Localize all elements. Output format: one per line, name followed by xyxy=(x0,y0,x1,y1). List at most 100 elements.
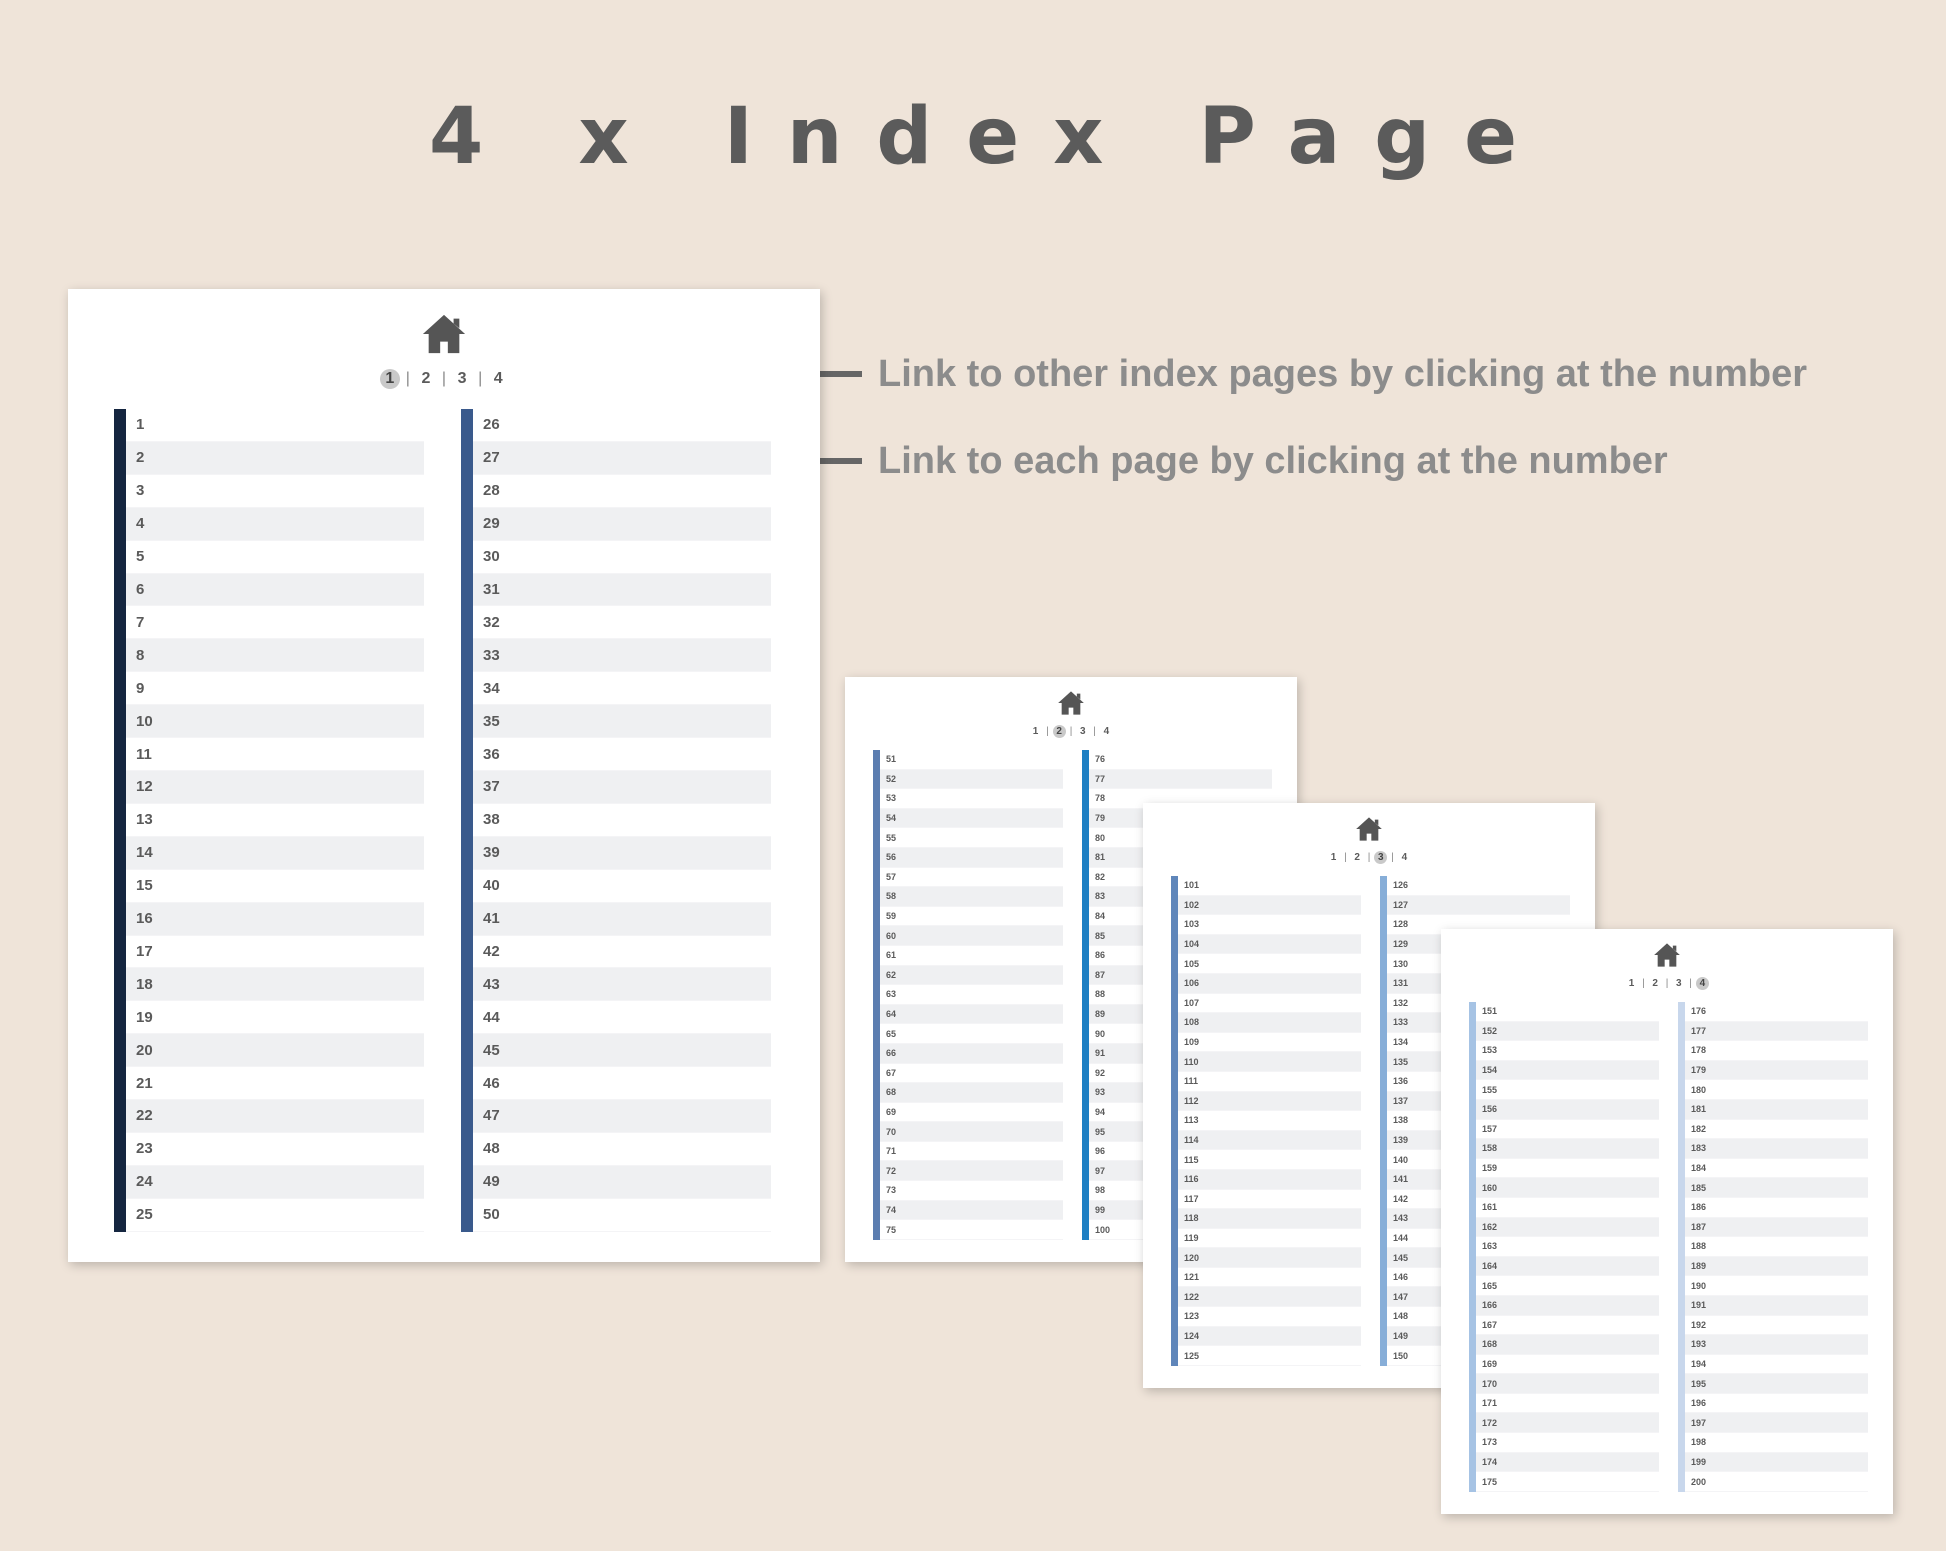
index-entry-124[interactable]: 124 xyxy=(1178,1326,1361,1347)
index-entry-193[interactable]: 193 xyxy=(1685,1335,1868,1355)
index-entry-64[interactable]: 64 xyxy=(880,1004,1063,1025)
index-entry-42[interactable]: 42 xyxy=(473,936,771,969)
index-entry-25[interactable]: 25 xyxy=(126,1199,424,1232)
home-icon[interactable] xyxy=(1653,941,1681,969)
index-entry-194[interactable]: 194 xyxy=(1685,1355,1868,1375)
index-entry-109[interactable]: 109 xyxy=(1178,1033,1361,1053)
index-entry-75[interactable]: 75 xyxy=(880,1220,1063,1240)
index-entry-49[interactable]: 49 xyxy=(473,1165,771,1199)
index-entry-181[interactable]: 181 xyxy=(1685,1099,1868,1120)
home-icon[interactable] xyxy=(1355,815,1383,843)
nav-link-2[interactable]: 2 xyxy=(1052,725,1066,738)
index-entry-61[interactable]: 61 xyxy=(880,946,1063,966)
index-entry-127[interactable]: 127 xyxy=(1387,895,1570,916)
index-entry-69[interactable]: 69 xyxy=(880,1103,1063,1123)
index-entry-177[interactable]: 177 xyxy=(1685,1021,1868,1042)
index-entry-112[interactable]: 112 xyxy=(1178,1091,1361,1112)
index-entry-120[interactable]: 120 xyxy=(1178,1248,1361,1268)
index-entry-56[interactable]: 56 xyxy=(880,847,1063,868)
index-entry-34[interactable]: 34 xyxy=(473,672,771,706)
index-entry-72[interactable]: 72 xyxy=(880,1161,1063,1182)
index-entry-152[interactable]: 152 xyxy=(1476,1021,1659,1042)
index-entry-195[interactable]: 195 xyxy=(1685,1374,1868,1394)
index-entry-36[interactable]: 36 xyxy=(473,738,771,771)
index-entry-180[interactable]: 180 xyxy=(1685,1080,1868,1100)
nav-link-4[interactable]: 4 xyxy=(488,369,508,389)
index-entry-189[interactable]: 189 xyxy=(1685,1256,1868,1277)
nav-link-3[interactable]: 3 xyxy=(1374,851,1388,864)
index-entry-59[interactable]: 59 xyxy=(880,907,1063,927)
index-entry-50[interactable]: 50 xyxy=(473,1199,771,1232)
index-entry-11[interactable]: 11 xyxy=(126,738,424,771)
nav-link-1[interactable]: 1 xyxy=(379,369,400,389)
index-entry-190[interactable]: 190 xyxy=(1685,1276,1868,1296)
index-entry-47[interactable]: 47 xyxy=(473,1100,771,1133)
index-entry-185[interactable]: 185 xyxy=(1685,1178,1868,1198)
index-entry-123[interactable]: 123 xyxy=(1178,1307,1361,1327)
nav-link-2[interactable]: 2 xyxy=(416,369,436,389)
index-entry-121[interactable]: 121 xyxy=(1178,1268,1361,1288)
nav-link-3[interactable]: 3 xyxy=(1076,725,1089,738)
index-entry-168[interactable]: 168 xyxy=(1476,1335,1659,1355)
index-entry-117[interactable]: 117 xyxy=(1178,1190,1361,1210)
index-entry-184[interactable]: 184 xyxy=(1685,1159,1868,1179)
index-entry-183[interactable]: 183 xyxy=(1685,1139,1868,1159)
index-entry-161[interactable]: 161 xyxy=(1476,1198,1659,1218)
index-entry-15[interactable]: 15 xyxy=(126,870,424,903)
home-icon[interactable] xyxy=(1057,689,1085,717)
nav-link-3[interactable]: 3 xyxy=(452,369,472,389)
index-entry-53[interactable]: 53 xyxy=(880,789,1063,809)
home-icon[interactable] xyxy=(421,311,467,357)
index-entry-52[interactable]: 52 xyxy=(880,769,1063,790)
index-entry-57[interactable]: 57 xyxy=(880,868,1063,888)
index-entry-108[interactable]: 108 xyxy=(1178,1013,1361,1033)
index-entry-45[interactable]: 45 xyxy=(473,1034,771,1068)
nav-link-1[interactable]: 1 xyxy=(1327,851,1340,864)
index-entry-65[interactable]: 65 xyxy=(880,1024,1063,1044)
index-entry-55[interactable]: 55 xyxy=(880,828,1063,848)
index-entry-63[interactable]: 63 xyxy=(880,985,1063,1005)
index-entry-197[interactable]: 197 xyxy=(1685,1413,1868,1434)
index-entry-1[interactable]: 1 xyxy=(126,409,424,442)
index-entry-26[interactable]: 26 xyxy=(473,409,771,442)
index-entry-178[interactable]: 178 xyxy=(1685,1041,1868,1061)
index-entry-110[interactable]: 110 xyxy=(1178,1052,1361,1072)
index-entry-116[interactable]: 116 xyxy=(1178,1169,1361,1190)
index-entry-6[interactable]: 6 xyxy=(126,573,424,607)
index-entry-22[interactable]: 22 xyxy=(126,1100,424,1133)
index-entry-48[interactable]: 48 xyxy=(473,1133,771,1166)
index-entry-105[interactable]: 105 xyxy=(1178,954,1361,974)
index-entry-12[interactable]: 12 xyxy=(126,770,424,804)
index-entry-111[interactable]: 111 xyxy=(1178,1072,1361,1092)
index-entry-104[interactable]: 104 xyxy=(1178,934,1361,955)
index-entry-162[interactable]: 162 xyxy=(1476,1217,1659,1238)
index-entry-200[interactable]: 200 xyxy=(1685,1472,1868,1492)
index-entry-31[interactable]: 31 xyxy=(473,573,771,607)
index-entry-43[interactable]: 43 xyxy=(473,968,771,1002)
index-entry-60[interactable]: 60 xyxy=(880,926,1063,946)
index-entry-103[interactable]: 103 xyxy=(1178,915,1361,935)
index-entry-7[interactable]: 7 xyxy=(126,606,424,640)
index-entry-74[interactable]: 74 xyxy=(880,1200,1063,1221)
index-entry-76[interactable]: 76 xyxy=(1089,750,1272,770)
index-entry-172[interactable]: 172 xyxy=(1476,1413,1659,1434)
index-entry-186[interactable]: 186 xyxy=(1685,1198,1868,1218)
index-entry-9[interactable]: 9 xyxy=(126,672,424,706)
index-entry-33[interactable]: 33 xyxy=(473,639,771,673)
index-entry-37[interactable]: 37 xyxy=(473,770,771,804)
index-entry-18[interactable]: 18 xyxy=(126,968,424,1002)
index-entry-126[interactable]: 126 xyxy=(1387,876,1570,896)
index-entry-188[interactable]: 188 xyxy=(1685,1237,1868,1257)
index-entry-58[interactable]: 58 xyxy=(880,887,1063,907)
index-entry-125[interactable]: 125 xyxy=(1178,1346,1361,1366)
index-entry-154[interactable]: 154 xyxy=(1476,1060,1659,1081)
index-entry-165[interactable]: 165 xyxy=(1476,1276,1659,1296)
index-entry-167[interactable]: 167 xyxy=(1476,1316,1659,1336)
nav-link-2[interactable]: 2 xyxy=(1351,851,1364,864)
index-entry-163[interactable]: 163 xyxy=(1476,1237,1659,1257)
index-entry-20[interactable]: 20 xyxy=(126,1034,424,1068)
index-entry-23[interactable]: 23 xyxy=(126,1133,424,1166)
index-entry-68[interactable]: 68 xyxy=(880,1083,1063,1103)
index-entry-166[interactable]: 166 xyxy=(1476,1295,1659,1316)
index-entry-173[interactable]: 173 xyxy=(1476,1433,1659,1453)
